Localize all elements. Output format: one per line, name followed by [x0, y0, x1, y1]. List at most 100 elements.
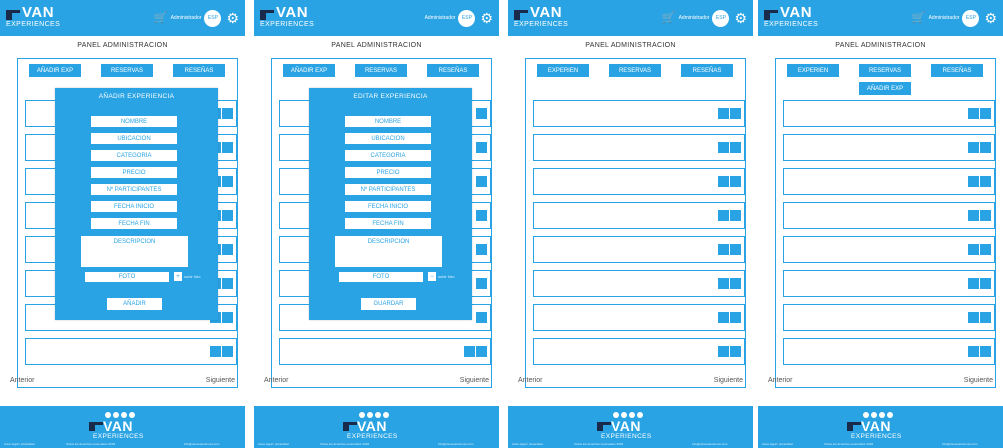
delete-button[interactable]	[222, 278, 233, 289]
next-page-link[interactable]: Siguiente	[714, 377, 743, 384]
name-field[interactable]: NOMBRE	[345, 116, 431, 127]
price-field[interactable]: PRECIO	[91, 167, 177, 178]
language-button[interactable]: ESP	[712, 9, 730, 27]
delete-button[interactable]	[730, 346, 741, 357]
description-field[interactable]: DESCRIPCION	[81, 236, 188, 267]
delete-button[interactable]	[980, 244, 991, 255]
delete-button[interactable]	[730, 108, 741, 119]
next-page-link[interactable]: Siguiente	[460, 377, 489, 384]
delete-button[interactable]	[476, 108, 487, 119]
footer-link-legal[interactable]: Aviso legal / privacidad	[512, 442, 543, 446]
participants-field[interactable]: Nº PARTICIPANTES	[345, 184, 431, 195]
edit-button[interactable]	[968, 312, 979, 323]
prev-page-link[interactable]: Anterior	[264, 377, 289, 384]
delete-button[interactable]	[222, 244, 233, 255]
edit-button[interactable]	[718, 176, 729, 187]
prev-page-link[interactable]: Anterior	[518, 377, 543, 384]
delete-button[interactable]	[730, 312, 741, 323]
edit-button[interactable]	[968, 108, 979, 119]
delete-button[interactable]	[980, 312, 991, 323]
user-name[interactable]: Administrador	[425, 15, 456, 21]
delete-button[interactable]	[476, 346, 487, 357]
add-button[interactable]: AÑADIR	[107, 298, 162, 310]
edit-button[interactable]	[718, 346, 729, 357]
delete-button[interactable]	[476, 278, 487, 289]
list-item[interactable]	[783, 236, 995, 263]
tab-add-experience[interactable]: AÑADIR EXP	[29, 64, 81, 77]
edit-button[interactable]	[968, 176, 979, 187]
user-name[interactable]: Administrador	[679, 15, 710, 21]
edit-button[interactable]	[718, 278, 729, 289]
delete-button[interactable]	[476, 244, 487, 255]
list-item[interactable]	[533, 202, 745, 229]
delete-button[interactable]	[222, 312, 233, 323]
delete-button[interactable]	[476, 210, 487, 221]
tab-reservations[interactable]: RESERVAS	[609, 64, 661, 77]
footer-link-legal[interactable]: Aviso legal / privacidad	[258, 442, 289, 446]
edit-button[interactable]	[968, 346, 979, 357]
tab-reservations[interactable]: RESERVAS	[859, 64, 911, 77]
list-item[interactable]	[533, 304, 745, 331]
delete-button[interactable]	[730, 210, 741, 221]
edit-button[interactable]	[718, 312, 729, 323]
location-field[interactable]: UBICACION	[345, 133, 431, 144]
upload-photo-button[interactable]: +	[174, 272, 182, 281]
next-page-link[interactable]: Siguiente	[964, 377, 993, 384]
footer-link-email[interactable]: info@vanexperiences.com	[692, 442, 727, 446]
cart-icon[interactable]: 🛒	[912, 12, 926, 24]
delete-button[interactable]	[730, 176, 741, 187]
end-date-field[interactable]: FECHA FIN	[345, 218, 431, 229]
edit-button[interactable]	[968, 278, 979, 289]
language-button[interactable]: ESP	[204, 9, 222, 27]
delete-button[interactable]	[222, 346, 233, 357]
list-item[interactable]	[783, 168, 995, 195]
edit-button[interactable]	[464, 346, 475, 357]
gear-icon[interactable]: ⚙	[734, 11, 747, 25]
next-page-link[interactable]: Siguiente	[206, 377, 235, 384]
list-item[interactable]	[783, 202, 995, 229]
tab-reviews[interactable]: RESEÑAS	[931, 64, 983, 77]
location-field[interactable]: UBICACION	[91, 133, 177, 144]
tab-add-experience[interactable]: AÑADIR EXP	[283, 64, 335, 77]
name-field[interactable]: NOMBRE	[91, 116, 177, 127]
description-field[interactable]: DESCRIPCION	[335, 236, 442, 267]
list-item[interactable]	[783, 100, 995, 127]
footer-link-email[interactable]: info@vanexperiences.com	[184, 442, 219, 446]
delete-button[interactable]	[476, 176, 487, 187]
delete-button[interactable]	[980, 142, 991, 153]
delete-button[interactable]	[980, 108, 991, 119]
list-item[interactable]	[533, 338, 745, 365]
footer-link-email[interactable]: info@vanexperiences.com	[438, 442, 473, 446]
start-date-field[interactable]: FECHA INICIO	[345, 201, 431, 212]
delete-button[interactable]	[730, 244, 741, 255]
end-date-field[interactable]: FECHA FIN	[91, 218, 177, 229]
tab-reservations[interactable]: RESERVAS	[355, 64, 407, 77]
delete-button[interactable]	[476, 142, 487, 153]
tab-experiences[interactable]: EXPERIEN	[537, 64, 589, 77]
list-item[interactable]	[783, 270, 995, 297]
save-button[interactable]: GUARDAR	[361, 298, 416, 310]
category-field[interactable]: CATEGORIA	[345, 150, 431, 161]
delete-button[interactable]	[476, 312, 487, 323]
tab-reviews[interactable]: RESEÑAS	[427, 64, 479, 77]
delete-button[interactable]	[980, 278, 991, 289]
tab-reviews[interactable]: RESEÑAS	[681, 64, 733, 77]
gear-icon[interactable]: ⚙	[480, 11, 493, 25]
tab-reviews[interactable]: RESEÑAS	[173, 64, 225, 77]
delete-button[interactable]	[730, 142, 741, 153]
start-date-field[interactable]: FECHA INICIO	[91, 201, 177, 212]
list-item[interactable]	[533, 168, 745, 195]
tab-add-experience[interactable]: AÑADIR EXP	[859, 82, 911, 95]
photo-field[interactable]: FOTO	[339, 272, 423, 282]
prev-page-link[interactable]: Anterior	[10, 377, 35, 384]
list-item[interactable]	[533, 100, 745, 127]
edit-button[interactable]	[718, 210, 729, 221]
list-item[interactable]	[783, 304, 995, 331]
cart-icon[interactable]: 🛒	[154, 12, 168, 24]
delete-button[interactable]	[222, 176, 233, 187]
participants-field[interactable]: Nº PARTICIPANTES	[91, 184, 177, 195]
footer-link-legal[interactable]: Aviso legal / privacidad	[4, 442, 35, 446]
edit-button[interactable]	[968, 210, 979, 221]
category-field[interactable]: CATEGORIA	[91, 150, 177, 161]
list-item[interactable]	[783, 134, 995, 161]
